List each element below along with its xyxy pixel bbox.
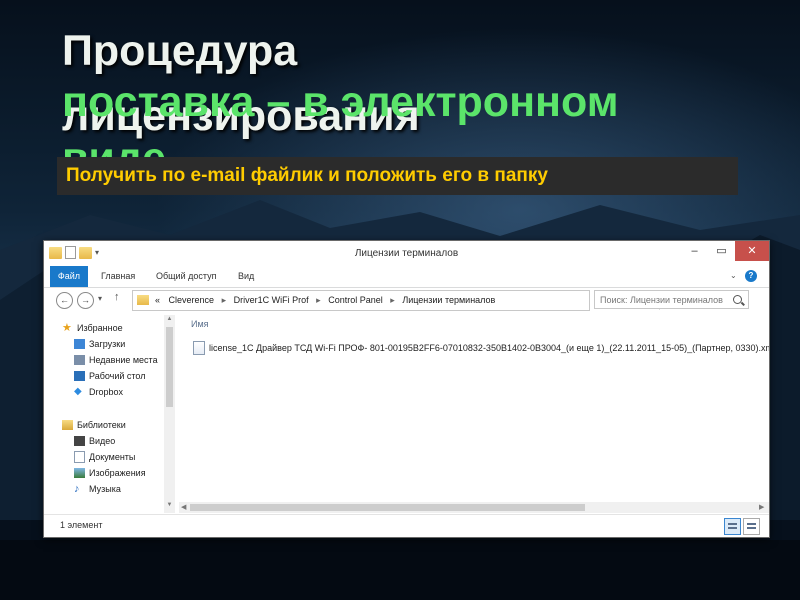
navigation-pane: ★ Избранное Загрузки Недавние места Рабо… [44, 315, 175, 513]
nav-pane-scrollbar[interactable]: ▲ ▼ [164, 315, 175, 513]
slide-title-line1: Процедура [62, 27, 298, 75]
breadcrumb-licenses[interactable]: Лицензии терминалов [402, 295, 495, 305]
address-bar[interactable]: « Cleverence ▸ Driver1C WiFi Prof ▸ Cont… [132, 290, 676, 311]
downloads-icon [74, 339, 85, 349]
scroll-down-icon[interactable]: ▼ [165, 502, 174, 508]
nav-recent[interactable]: Недавние места [74, 353, 158, 367]
title-bar: ▾ Лицензии терминалов – ▭ ✕ [44, 241, 769, 266]
nav-video[interactable]: Видео [74, 434, 115, 448]
nav-desktop[interactable]: Рабочий стол [74, 369, 146, 383]
nav-music[interactable]: ♪ Музыка [74, 482, 121, 496]
scroll-right-icon[interactable]: ▶ [759, 502, 764, 513]
nav-dropbox-label: Dropbox [89, 387, 124, 397]
nav-music-label: Музыка [89, 484, 121, 494]
help-icon[interactable]: ? [745, 270, 757, 282]
libraries-icon [62, 420, 73, 430]
tab-file[interactable]: Файл [50, 266, 88, 287]
explorer-window: ▾ Лицензии терминалов – ▭ ✕ Файл Главная… [43, 240, 770, 538]
recent-places-icon [74, 355, 85, 365]
item-count: 1 элемент [60, 520, 103, 530]
search-input[interactable]: Поиск: Лицензии терминалов [594, 290, 749, 309]
navigation-bar: ← → ▾ ↑ « Cleverence ▸ Driver1C WiFi Pro… [44, 288, 769, 314]
dropbox-icon: ◆ [74, 386, 82, 397]
desktop-icon [74, 371, 85, 381]
nav-libraries[interactable]: Библиотеки [62, 418, 126, 432]
file-list-scroll-thumb[interactable] [190, 504, 585, 511]
nav-recent-label: Недавние места [89, 355, 158, 365]
forward-arrow-icon[interactable]: → [77, 292, 94, 309]
ribbon: Файл Главная Общий доступ Вид ⌄ ? [44, 266, 769, 288]
nav-downloads[interactable]: Загрузки [74, 337, 125, 351]
lake-deep [0, 540, 800, 600]
breadcrumb-control-panel[interactable]: Control Panel [328, 295, 383, 305]
nav-documents[interactable]: Документы [74, 450, 135, 464]
breadcrumb-driver[interactable]: Driver1C WiFi Prof [234, 295, 309, 305]
breadcrumb-separator[interactable]: ▸ [390, 295, 395, 305]
minimize-button[interactable]: – [681, 241, 708, 261]
maximize-button[interactable]: ▭ [708, 241, 735, 261]
pictures-icon [74, 468, 85, 478]
nav-desktop-label: Рабочий стол [89, 371, 146, 381]
scroll-left-icon[interactable]: ◀ [181, 502, 186, 513]
nav-downloads-label: Загрузки [89, 339, 126, 349]
ribbon-expand-icon[interactable]: ⌄ [730, 271, 737, 280]
search-placeholder: Поиск: Лицензии терминалов [600, 295, 723, 305]
music-icon: ♪ [74, 483, 80, 495]
column-header-name[interactable]: Имя [191, 319, 209, 329]
slide-subtitle: Получить по e-mail файлик и положить его… [66, 165, 548, 186]
nav-pictures[interactable]: Изображения [74, 466, 146, 480]
large-icons-view-button[interactable] [743, 518, 760, 535]
close-button[interactable]: ✕ [735, 241, 769, 261]
breadcrumb-overflow[interactable]: « [155, 295, 160, 305]
breadcrumb-separator[interactable]: ▸ [222, 295, 227, 305]
video-icon [74, 436, 85, 446]
nav-documents-label: Документы [89, 452, 136, 462]
xml-file-icon [193, 341, 205, 355]
list-item[interactable]: license_1C Драйвер ТСД Wi-Fi ПРОФ- 801-0… [193, 341, 770, 355]
address-folder-icon [137, 295, 149, 305]
status-bar: 1 элемент [44, 514, 769, 537]
recent-locations-icon[interactable]: ▾ [98, 294, 102, 303]
nav-libraries-label: Библиотеки [77, 420, 126, 430]
search-icon [733, 295, 742, 304]
breadcrumb: « Cleverence ▸ Driver1C WiFi Prof ▸ Cont… [155, 291, 495, 310]
breadcrumb-separator[interactable]: ▸ [316, 295, 321, 305]
tab-share[interactable]: Общий доступ [156, 266, 216, 287]
file-list-scrollbar[interactable]: ◀ ▶ [179, 502, 769, 513]
up-arrow-icon[interactable]: ↑ [114, 291, 120, 303]
file-list: Имя license_1C Драйвер ТСД Wi-Fi ПРОФ- 8… [179, 315, 769, 501]
tab-view[interactable]: Вид [238, 266, 254, 287]
scroll-up-icon[interactable]: ▲ [165, 316, 174, 322]
nav-pane-scroll-thumb[interactable] [166, 327, 173, 407]
nav-pictures-label: Изображения [89, 468, 146, 478]
documents-icon [74, 451, 85, 463]
tab-home[interactable]: Главная [101, 266, 135, 287]
window-title: Лицензии терминалов [354, 248, 459, 259]
nav-favorites-label: Избранное [77, 323, 123, 333]
nav-dropbox[interactable]: ◆ Dropbox [74, 385, 123, 399]
breadcrumb-cleverence[interactable]: Cleverence [169, 295, 215, 305]
back-arrow-icon[interactable]: ← [56, 292, 73, 309]
nav-favorites[interactable]: ★ Избранное [62, 321, 123, 335]
file-name: license_1C Драйвер ТСД Wi-Fi ПРОФ- 801-0… [209, 343, 770, 353]
nav-video-label: Видео [89, 436, 116, 446]
details-view-button[interactable] [724, 518, 741, 535]
slide-green-line1: поставка – в электронном [62, 78, 619, 126]
star-icon: ★ [62, 322, 72, 334]
